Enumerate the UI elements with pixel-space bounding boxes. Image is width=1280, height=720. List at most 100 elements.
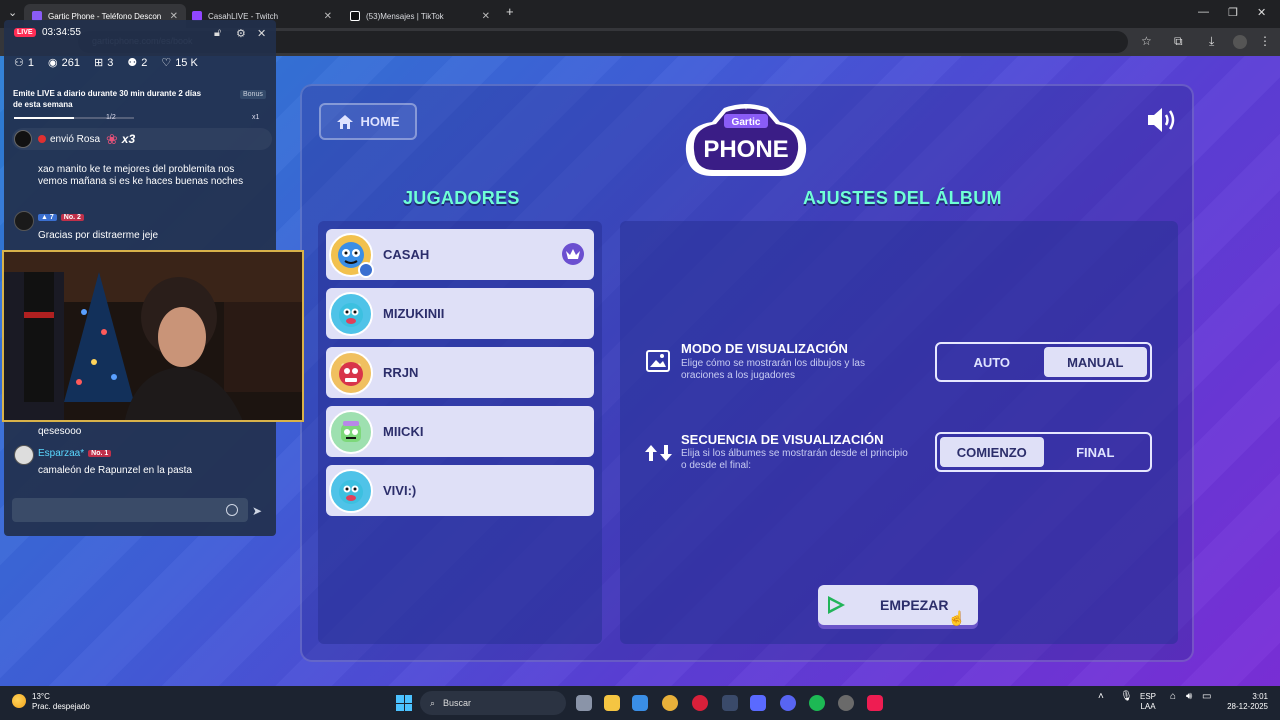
- rose-icon: ❀: [106, 130, 118, 147]
- menu-kebab-icon[interactable]: ⋮: [1259, 34, 1271, 48]
- gifts-stat: ⊞ 3: [93, 56, 114, 70]
- gift-notification: envió Rosa ❀ x3: [12, 128, 272, 150]
- player-row-casah: CASAH: [326, 229, 594, 280]
- send-icon[interactable]: ➤: [252, 504, 262, 518]
- guests-stat: ⚉ 2: [127, 56, 148, 70]
- restore-icon[interactable]: ❐: [1228, 6, 1238, 19]
- search-label: Buscar: [443, 698, 472, 708]
- display-sequence-toggle: COMIENZO FINAL: [935, 432, 1152, 472]
- robot-face-icon: [341, 420, 361, 442]
- goal-progress-text: 1/2: [106, 114, 116, 121]
- viewers-stat: ◉ 261: [48, 56, 80, 70]
- emoji-icon[interactable]: [226, 504, 238, 516]
- microphone-icon[interactable]: 🎙︎: [1120, 692, 1133, 702]
- hand-cursor-icon: ☝: [948, 610, 966, 626]
- eye-icon: ◉: [48, 57, 58, 69]
- player-name: RRJN: [383, 365, 419, 380]
- devil-face-icon: [339, 361, 363, 386]
- audio-app-icon[interactable]: [722, 695, 738, 711]
- player-row-miicki: MIICKI: [326, 406, 594, 457]
- player-avatar: [329, 232, 374, 278]
- players-heading: JUGADORES: [403, 188, 520, 208]
- bonus-badge: Bonus: [240, 90, 266, 99]
- user-badge-icon: [358, 261, 374, 278]
- webcam-feed: [2, 250, 304, 422]
- display-mode-toggle: AUTO MANUAL: [935, 342, 1152, 382]
- app-icon[interactable]: [750, 695, 766, 711]
- gifter-badge-icon: [38, 135, 46, 143]
- chat-message: Gracias por distraerme jeje: [38, 230, 159, 241]
- weather-widget[interactable]: 13°C Prac. despejado: [12, 692, 90, 712]
- windows-start-icon[interactable]: [396, 695, 412, 711]
- tray-chevron-icon[interactable]: ˄: [1098, 692, 1104, 702]
- new-tab-button[interactable]: +: [506, 4, 514, 19]
- file-explorer-icon[interactable]: [604, 695, 620, 711]
- webcam-image: [4, 252, 302, 420]
- tiktok-icon[interactable]: [867, 695, 883, 711]
- close-tab-icon[interactable]: ✕: [482, 11, 490, 22]
- display-mode-desc: Elige cómo se mostrarán los dibujos y la…: [681, 358, 865, 381]
- chat-username: Esparzaa*: [38, 448, 85, 459]
- goal-progress-bar: [14, 117, 134, 119]
- people-icon: ⚇: [14, 57, 24, 69]
- player-row-rrjn: RRJN: [326, 347, 594, 398]
- profile-avatar[interactable]: [1233, 35, 1247, 49]
- lock-icon[interactable]: 🔓︎: [214, 27, 221, 40]
- windows-taskbar: 13°C Prac. despejado ⌕ Buscar ˄ 🎙︎ ESP L…: [0, 686, 1280, 720]
- battery-icon[interactable]: ▭: [1202, 692, 1211, 702]
- option-final[interactable]: FINAL: [1044, 437, 1148, 467]
- chrome-icon[interactable]: [662, 695, 678, 711]
- gift-icon: ⊞: [93, 57, 104, 69]
- sun-icon: [12, 694, 26, 708]
- volume-icon[interactable]: 🔊︎: [1186, 692, 1192, 702]
- settings-heading: AJUSTES DEL ÁLBUM: [803, 188, 1002, 208]
- weather-desc: Prac. despejado: [32, 702, 90, 711]
- chat-badges: Esparzaa* No. 1: [38, 448, 112, 459]
- members-stat: ⚇ 1: [14, 56, 34, 70]
- language-indicator[interactable]: ESP LAA: [1140, 692, 1156, 712]
- likes-stat: ♡ 15 K: [161, 56, 198, 70]
- player-name: VIVI:): [383, 483, 417, 498]
- discord-icon[interactable]: [780, 695, 796, 711]
- sound-icon[interactable]: [1146, 106, 1178, 134]
- option-auto[interactable]: AUTO: [940, 347, 1044, 377]
- close-tab-icon[interactable]: ✕: [324, 11, 332, 22]
- download-icon[interactable]: ⤓: [1209, 34, 1214, 49]
- display-mode-title: MODO DE VISUALIZACIÓN: [681, 341, 848, 356]
- minimize-icon[interactable]: —: [1198, 6, 1209, 18]
- home-icon: [336, 114, 353, 129]
- opera-icon[interactable]: [692, 695, 708, 711]
- tab-menu-icon[interactable]: ⌄: [8, 6, 17, 19]
- players-list: CASAH MIZUKINII RRJN MIICKI VIVI:): [318, 221, 602, 644]
- start-label: EMPEZAR: [880, 597, 949, 613]
- player-name: MIZUKINII: [383, 306, 445, 321]
- taskbar-search[interactable]: ⌕ Buscar: [420, 691, 566, 715]
- chat-badges: ▲ 7 No. 2: [38, 214, 84, 221]
- task-view-icon[interactable]: [576, 695, 592, 711]
- extensions-icon[interactable]: ⧉: [1174, 34, 1183, 49]
- clock[interactable]: 3:01 28-12-2025: [1222, 692, 1268, 712]
- tab-label: (53)Mensajes | TikTok: [366, 11, 444, 21]
- chat-message: qesesooo: [38, 426, 82, 437]
- chat-message: xao manito ke te mejores del problemita …: [38, 164, 244, 187]
- bookmark-star-icon[interactable]: ☆: [1141, 34, 1152, 48]
- spotify-icon[interactable]: [809, 695, 825, 711]
- play-icon: [828, 596, 845, 614]
- image-icon: [646, 350, 670, 372]
- player-avatar: [329, 350, 373, 395]
- tab-tiktok[interactable]: (53)Mensajes | TikTok ✕: [342, 4, 498, 28]
- close-window-icon[interactable]: ✕: [1257, 6, 1266, 19]
- store-icon[interactable]: [632, 695, 648, 711]
- live-timer: 03:34:55: [42, 27, 81, 38]
- live-stats: ⚇ 1 ◉ 261 ⊞ 3 ⚉ 2 ♡ 15 K: [14, 56, 274, 70]
- chat-input[interactable]: [12, 498, 248, 522]
- rank-badge: No. 2: [60, 214, 84, 221]
- obs-icon[interactable]: [838, 695, 854, 711]
- close-overlay-icon[interactable]: ✕: [257, 27, 266, 40]
- network-icon[interactable]: ⌂: [1170, 692, 1176, 702]
- option-comienzo[interactable]: COMIENZO: [940, 437, 1044, 467]
- option-manual[interactable]: MANUAL: [1043, 347, 1147, 377]
- settings-gear-icon[interactable]: ⚙: [236, 27, 246, 40]
- tiktok-favicon-icon: [350, 11, 360, 21]
- home-button[interactable]: HOME: [319, 103, 417, 140]
